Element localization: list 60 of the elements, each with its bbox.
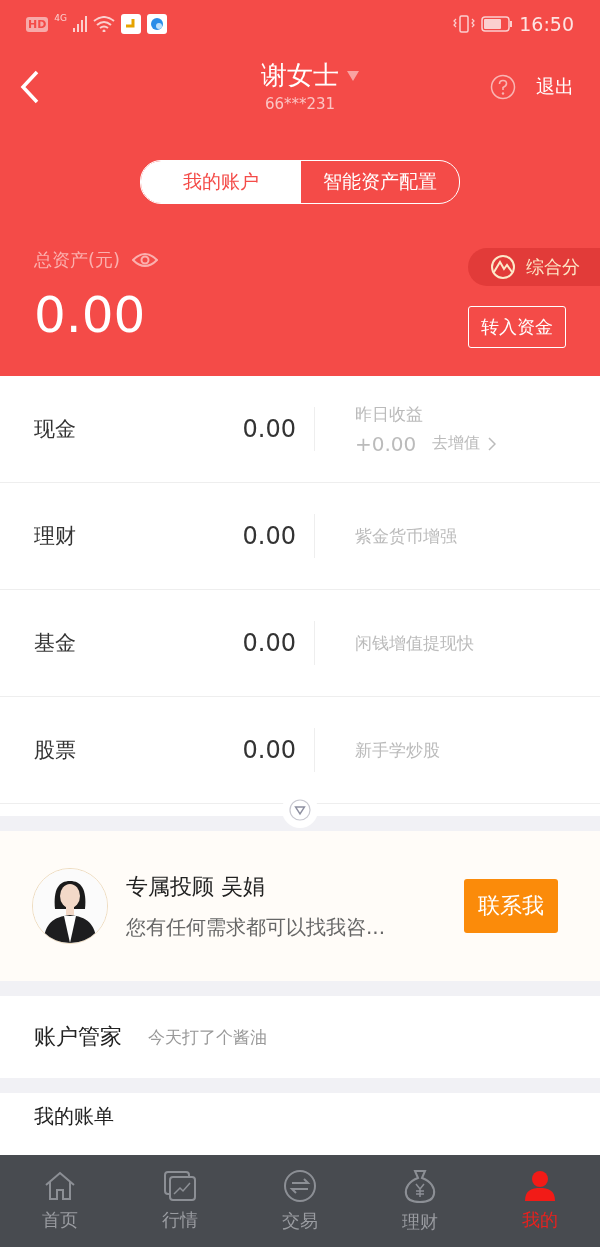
account-number: 66***231 [264,95,336,113]
dropdown-icon[interactable] [347,70,359,81]
signal-icon [73,16,88,32]
holding-amount: 0.00 [241,736,296,764]
help-icon[interactable] [490,74,516,100]
holding-name: 股票 [34,737,77,764]
transfer-funds-button[interactable]: 转入资金 [468,306,566,348]
yield-label: 昨日收益 [355,402,424,426]
manager-row[interactable]: 账户管家 今天打了个酱油 [0,996,600,1078]
chevron-right-icon [488,436,497,451]
score-icon [490,254,516,280]
holding-amount: 0.00 [241,415,296,443]
account-tab[interactable]: 智能资产配置 [301,161,459,203]
chart-icon [163,1170,197,1202]
manager-note: 今天打了个酱油 [148,1025,267,1049]
holding-name: 理财 [34,523,77,550]
product-tip: 新手学炒股 [355,738,440,762]
add-value-link[interactable]: 去增值 [432,433,497,454]
holding-row[interactable]: 现金 0.00 昨日收益 +0.00 去增值 [0,376,600,483]
holding-amount: 0.00 [241,629,296,657]
yield-value: +0.00 [355,431,417,456]
holding-row[interactable]: 理财 0.00 紫金货币增强 [0,483,600,590]
score-button[interactable]: 综合分 [468,248,600,286]
wifi-icon [93,16,116,32]
bill-label[interactable]: 我的账单 [34,1104,114,1128]
person-icon [524,1170,556,1202]
account-tab[interactable]: 我的账户 [141,161,301,203]
eye-icon[interactable] [132,252,159,268]
holding-name: 现金 [34,416,77,443]
nav-tab[interactable]: 交易 [240,1155,360,1247]
user-name: 谢女士 [261,59,339,92]
home-icon [43,1170,77,1202]
back-icon[interactable] [20,70,40,104]
advisor-message: 您有任何需求都可以找我咨... [126,913,387,941]
nav-tab[interactable]: 理财 [360,1155,480,1247]
nav-tab[interactable]: 首页 [0,1155,120,1247]
product-tip: 紫金货币增强 [355,524,457,548]
money-bag-icon [403,1168,437,1204]
clock-time: 16:50 [519,13,574,35]
nav-tab[interactable]: 我的 [480,1155,600,1247]
holding-row[interactable]: 股票 0.00 新手学炒股 [0,697,600,804]
total-assets-label: 总资产(元) [34,248,121,272]
hd-badge: HD [26,16,49,32]
contact-me-button[interactable]: 联系我 [464,879,558,933]
advisor-title: 专属投顾 吴娟 [126,872,266,901]
holding-row[interactable]: 基金 0.00 闲钱增值提现快 [0,590,600,697]
app-icon [121,14,142,34]
battery-icon [481,16,514,32]
logout-link[interactable]: 退出 [536,74,574,100]
holding-amount: 0.00 [241,522,296,550]
manager-label: 账户管家 [34,1023,122,1051]
app-icon [147,14,168,34]
expand-icon[interactable] [289,799,311,821]
nav-tab[interactable]: 行情 [120,1155,240,1247]
vibrate-icon [453,15,476,33]
product-tip: 闲钱增值提现快 [355,631,474,655]
total-assets-value: 0.00 [34,286,147,344]
exchange-icon [283,1169,317,1203]
holding-name: 基金 [34,630,77,657]
network-label: 4G [54,13,68,23]
